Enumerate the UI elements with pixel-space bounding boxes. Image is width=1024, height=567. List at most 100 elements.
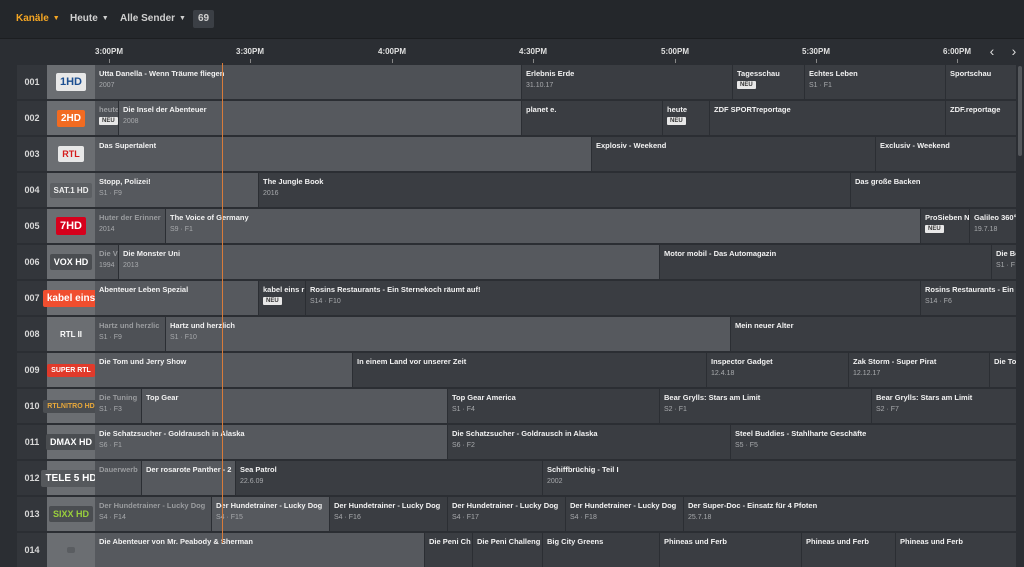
program-cell[interactable]: Schiffbrüchig - Teil I 2002 bbox=[543, 461, 1017, 495]
program-cell[interactable]: Top Gear America S1 · F4 bbox=[448, 389, 660, 423]
program-cell[interactable]: Der Te27.5.1 bbox=[1017, 497, 1018, 531]
program-cell[interactable]: Echtes Leben S1 · F1 bbox=[805, 65, 946, 99]
channel-logo[interactable]: RTL bbox=[47, 137, 95, 171]
program-cell[interactable]: Steel Buddies - Stahlharte Geschäfte S5 ·… bbox=[731, 425, 1017, 459]
program-title: Hartz und herzlic bbox=[99, 321, 160, 330]
time-label: 4:00PM bbox=[377, 47, 407, 56]
program-cell[interactable]: Tagesschau NEU bbox=[733, 65, 805, 99]
program-cell[interactable]: Willkommen in Gr bbox=[1017, 533, 1018, 567]
program-cell[interactable]: planet e. bbox=[522, 101, 663, 135]
program-cell[interactable]: Das große Backen bbox=[851, 173, 1017, 207]
program-cell[interactable]: Huter der Erinner 2014 bbox=[95, 209, 166, 243]
channel-logo[interactable]: 2HD bbox=[47, 101, 95, 135]
program-title: Der rosarote Panther - 2 bbox=[146, 465, 232, 474]
day-dropdown[interactable]: Heute ▼ bbox=[70, 13, 109, 24]
channel-logo[interactable]: RTLNITRO HD bbox=[43, 389, 99, 423]
program-cell[interactable]: Der Super-Doc - Einsatz für 4 Pfoten 25.7… bbox=[684, 497, 1017, 531]
channel-logo[interactable] bbox=[47, 533, 95, 567]
channel-logo[interactable]: kabel eins bbox=[42, 281, 100, 315]
program-cell[interactable]: Rosins Restaurants - Ein S14 · F6 bbox=[921, 281, 1017, 315]
program-cell[interactable]: Phineas und Ferb bbox=[660, 533, 802, 567]
channel-logo-mark: RTL bbox=[58, 146, 84, 162]
program-cell[interactable]: ProSieben N NEU bbox=[921, 209, 970, 243]
program-cell[interactable]: Erlebnis Erde 31.10.17 bbox=[522, 65, 733, 99]
program-cell[interactable]: heute NEU bbox=[95, 101, 119, 135]
program-cell[interactable]: Phineas und Ferb bbox=[896, 533, 1017, 567]
program-cell[interactable]: Galileo 360° 19.7.18 bbox=[970, 209, 1017, 243]
program-cell[interactable]: Hartz und herzlic S1 · F9 bbox=[95, 317, 166, 351]
program-cell[interactable]: Die Schatzsucher - Goldrausch in Alaska S… bbox=[448, 425, 731, 459]
program-cell[interactable]: Abenteuer Leben Spezial bbox=[95, 281, 259, 315]
channels-label: Kanäle bbox=[16, 13, 49, 24]
program-cell[interactable]: Utta Danella - Wenn Träume fliegen 2007 bbox=[95, 65, 522, 99]
program-cell[interactable]: In einem Land vor unserer Zeit bbox=[353, 353, 707, 387]
time-label: 3:00PM bbox=[94, 47, 124, 56]
program-subtitle: S1 · F10 bbox=[170, 334, 197, 341]
program-cell[interactable]: Rosins Restaurants - Ein Sternekoch räum… bbox=[306, 281, 921, 315]
channel-logo[interactable]: 7HD bbox=[47, 209, 95, 243]
channel-logo[interactable]: SIXX HD bbox=[47, 497, 95, 531]
program-cell[interactable]: Das Supertalent bbox=[95, 137, 592, 171]
program-cell[interactable]: Der Hundetrainer - Lucky Dog S4 · F14 bbox=[95, 497, 212, 531]
channel-logo[interactable]: TELE 5 HD bbox=[41, 461, 101, 495]
program-cell[interactable]: Explosiv - Weekend bbox=[592, 137, 876, 171]
channel-number: 014 bbox=[17, 533, 47, 567]
channels-dropdown[interactable]: Kanäle ▼ bbox=[16, 13, 60, 24]
program-title: Die Abenteuer von Mr. Peabody & Sherman bbox=[99, 537, 253, 546]
chevron-right-icon[interactable]: › bbox=[1006, 43, 1022, 59]
program-cell[interactable]: Die To bbox=[990, 353, 1017, 387]
program-cell[interactable]: Inspector Gadget 12.4.18 bbox=[707, 353, 849, 387]
program-subtitle: S4 · F16 bbox=[334, 514, 361, 521]
program-cell[interactable]: Motor mobil - Das Automagazin bbox=[660, 245, 992, 279]
program-cell[interactable]: The Voice of Germany S9 · F1 bbox=[166, 209, 921, 243]
program-cell[interactable]: Der Hundetrainer - Lucky Dog S4 · F16 bbox=[330, 497, 448, 531]
program-title: Der Hundetrainer - Lucky Dog bbox=[99, 501, 206, 510]
program-cell[interactable]: heute NEU bbox=[663, 101, 710, 135]
program-cell[interactable]: kabel eins r NEU bbox=[259, 281, 306, 315]
program-cell[interactable]: Mein neuer Alter bbox=[731, 317, 1017, 351]
program-cell[interactable]: Exclusiv - Weekend bbox=[876, 137, 1017, 171]
program-title: Huter der Erinner bbox=[99, 213, 161, 222]
program-subtitle: 2013 bbox=[123, 262, 139, 269]
program-cell[interactable]: Zak Storm - Super Pirat 12.12.17 bbox=[849, 353, 990, 387]
program-cell[interactable]: The Jungle Book 2016 bbox=[259, 173, 851, 207]
program-cell[interactable]: Bear Grylls: Stars am Limit S2 · F1 bbox=[660, 389, 872, 423]
channel-logo[interactable]: VOX HD bbox=[47, 245, 95, 279]
program-cell[interactable]: Top Gear bbox=[142, 389, 448, 423]
program-title: kabel eins r bbox=[263, 285, 305, 294]
station-filter-dropdown[interactable]: Alle Sender ▼ bbox=[120, 13, 186, 24]
program-cell[interactable]: Die Tom und Jerry Show bbox=[95, 353, 353, 387]
program-cell[interactable]: Die Tuning S1 · F3 bbox=[95, 389, 142, 423]
chevron-left-icon[interactable]: ‹ bbox=[984, 43, 1000, 59]
program-cell[interactable]: Die Schatzsucher - Goldrausch in Alaska S… bbox=[95, 425, 448, 459]
program-cell[interactable]: Bear Grylls: Stars am Limit S2 · F7 bbox=[872, 389, 1017, 423]
program-cell[interactable]: Big City Greens bbox=[543, 533, 660, 567]
channel-logo[interactable]: RTL II bbox=[47, 317, 95, 351]
program-cell[interactable]: Hartz und herzlich S1 · F10 bbox=[166, 317, 731, 351]
program-cell[interactable]: Sportschau bbox=[946, 65, 1017, 99]
program-cell[interactable]: Die Bo S1 · F bbox=[992, 245, 1017, 279]
program-title: Sportschau bbox=[950, 69, 992, 78]
program-cell[interactable]: Sea Patrol 22.6.09 bbox=[236, 461, 543, 495]
program-cell[interactable]: Die Peni Ch bbox=[425, 533, 473, 567]
program-cell[interactable]: Der Hundetrainer - Lucky Dog S4 · F17 bbox=[448, 497, 566, 531]
program-cell[interactable]: ZDF.reportage bbox=[946, 101, 1017, 135]
program-cell[interactable]: Der Hundetrainer - Lucky Dog S4 · F15 bbox=[212, 497, 330, 531]
channel-logo[interactable]: 1HD bbox=[47, 65, 95, 99]
program-cell[interactable]: Die Insel der Abenteuer 2008 bbox=[119, 101, 522, 135]
program-cell[interactable]: ZDF SPORTreportage bbox=[710, 101, 946, 135]
program-cell[interactable]: Die Monster Uni 2013 bbox=[119, 245, 660, 279]
program-cell[interactable]: Phineas und Ferb bbox=[802, 533, 896, 567]
channel-logo[interactable]: SAT.1 HD bbox=[47, 173, 95, 207]
program-cell[interactable]: Stopp, Polizei! S1 · F9 bbox=[95, 173, 259, 207]
program-cell[interactable]: Die Abenteuer von Mr. Peabody & Sherman bbox=[95, 533, 425, 567]
program-cell[interactable]: Der Hundetrainer - Lucky Dog S4 · F18 bbox=[566, 497, 684, 531]
program-title: Die To bbox=[994, 357, 1017, 366]
channel-logo[interactable]: SUPER RTL bbox=[47, 353, 95, 387]
vertical-scrollbar[interactable] bbox=[1018, 66, 1022, 156]
channel-logo[interactable]: DMAX HD bbox=[46, 425, 96, 459]
program-cell[interactable]: Die Peni Challeng bbox=[473, 533, 543, 567]
program-cell[interactable]: Die V 1994 bbox=[95, 245, 119, 279]
channel-number: 009 bbox=[17, 353, 47, 387]
program-cell[interactable]: Dauerwerb bbox=[95, 461, 142, 495]
